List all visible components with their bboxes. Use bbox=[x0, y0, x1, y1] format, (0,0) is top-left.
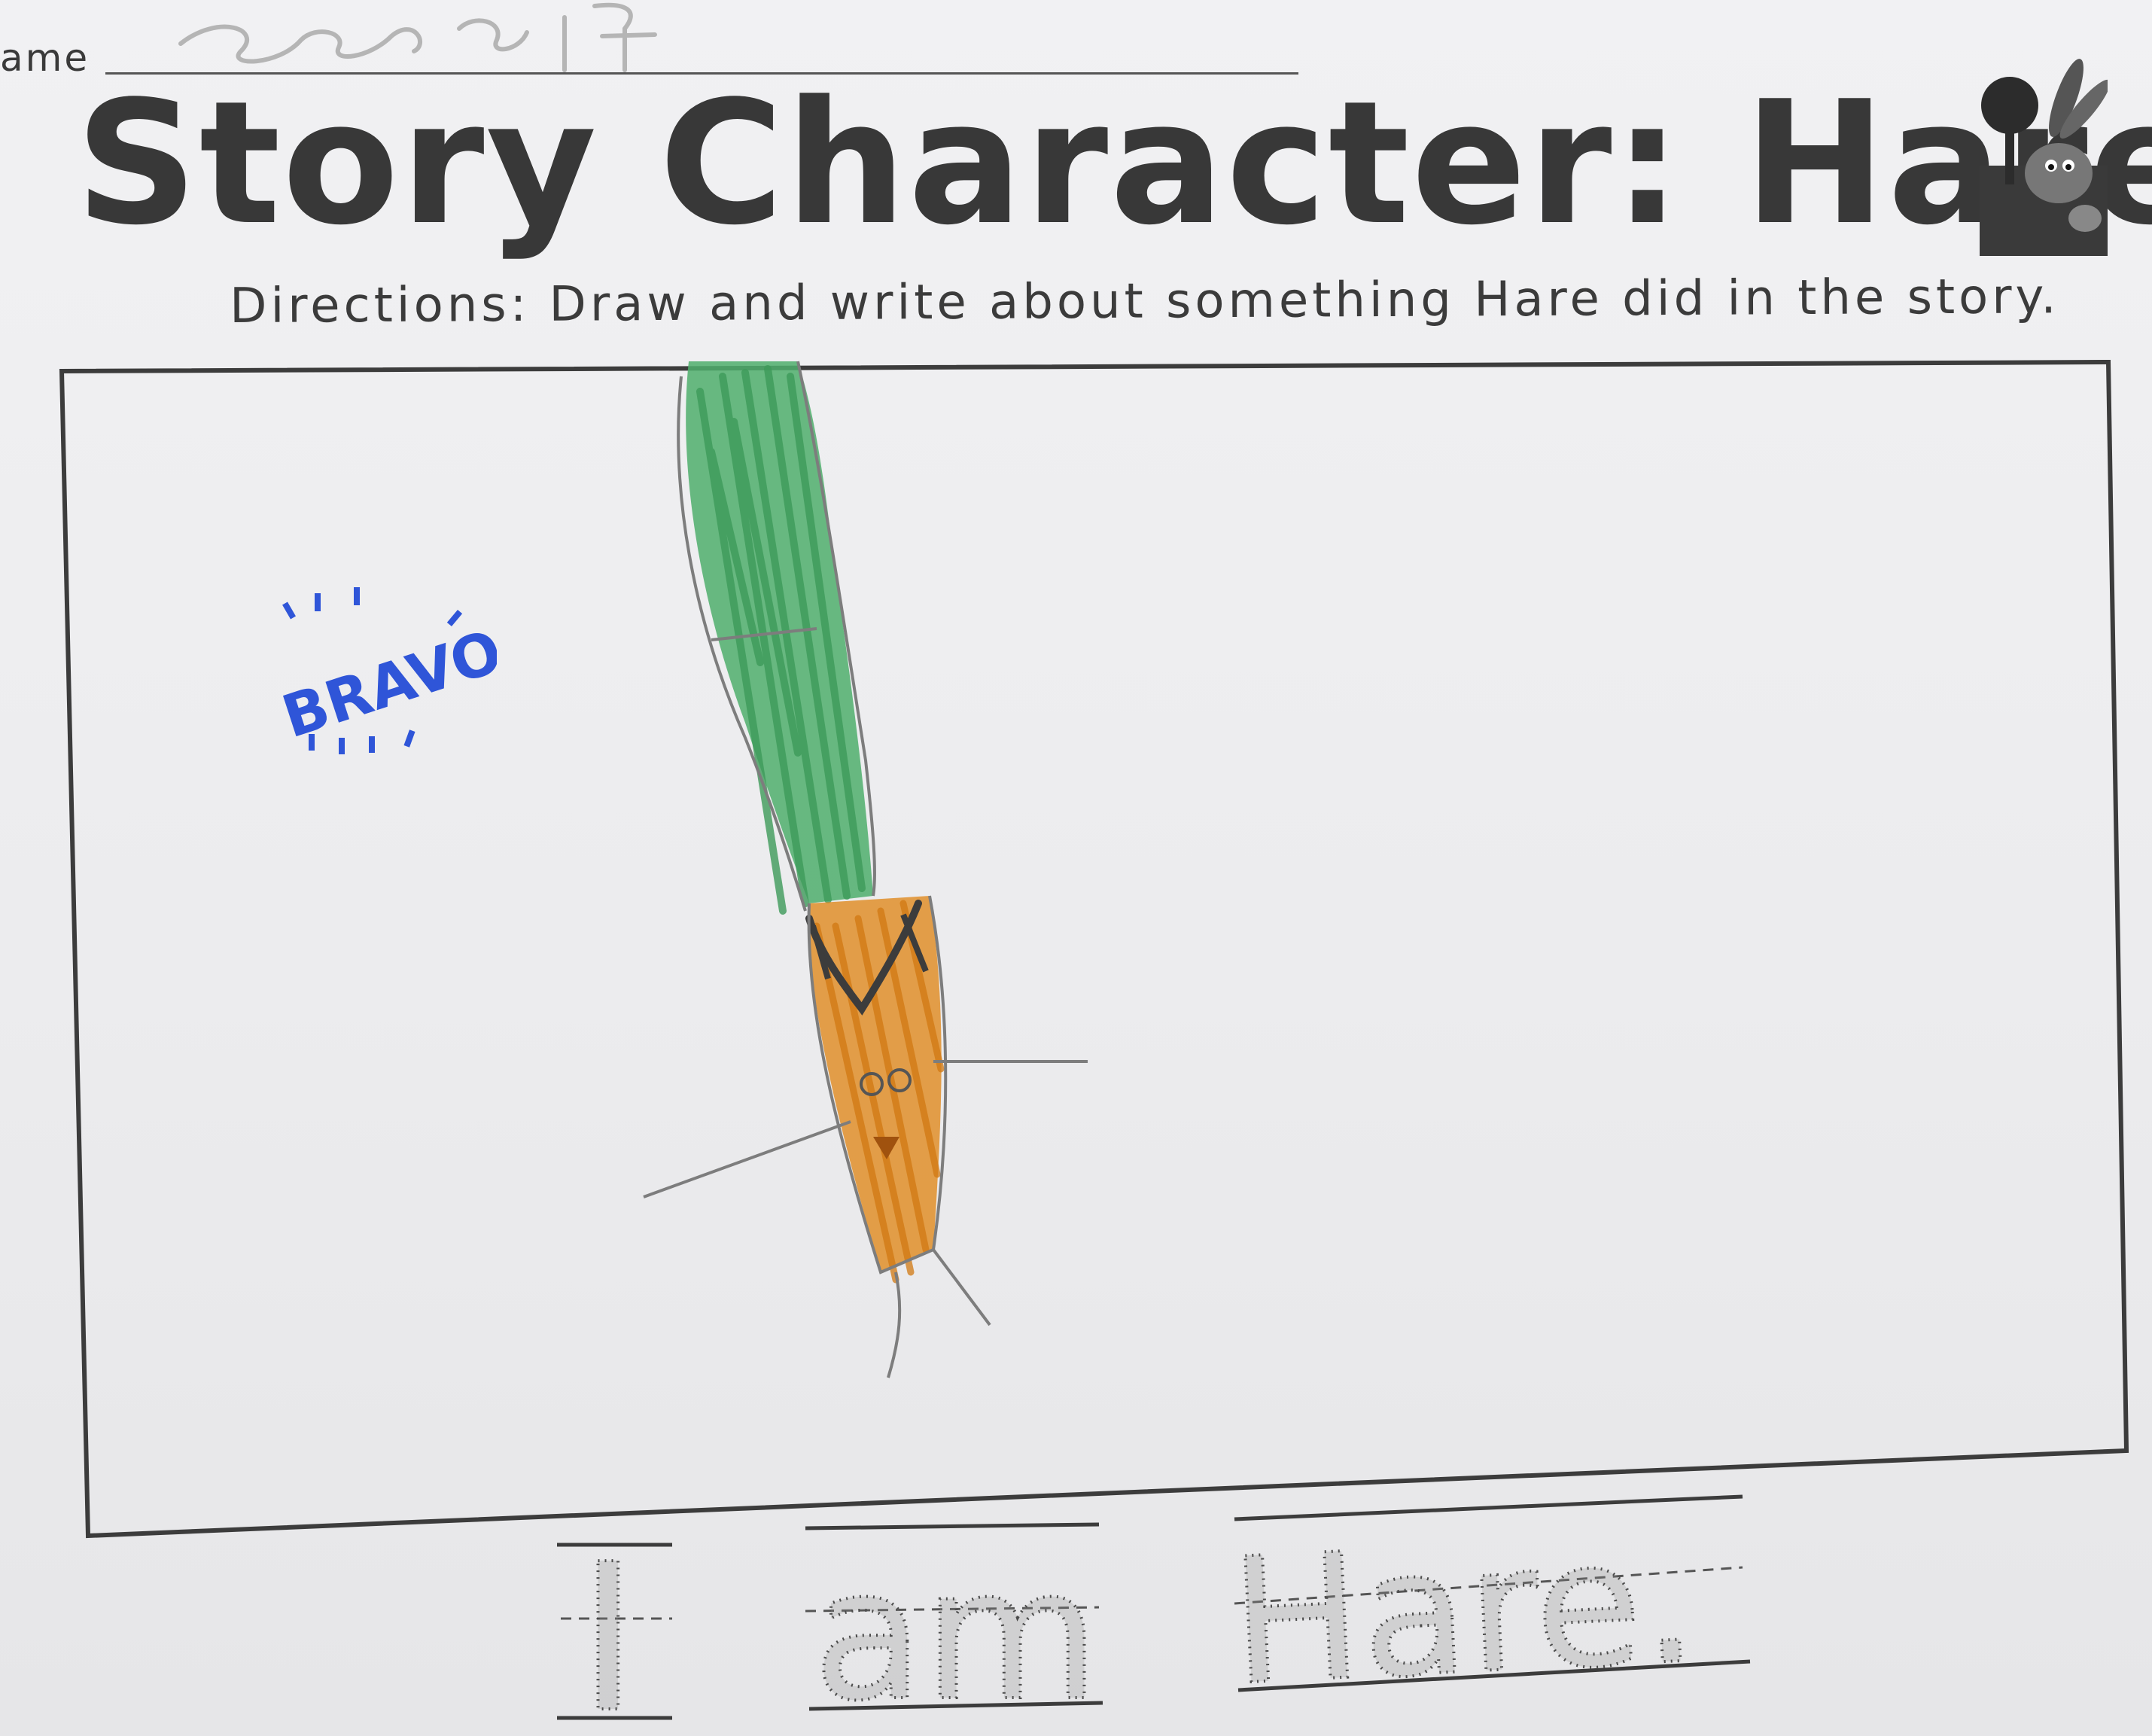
word-line-2: am am bbox=[805, 1522, 1103, 1736]
sentence-word-2: am bbox=[813, 1530, 1100, 1736]
word-line-1: I I bbox=[557, 1518, 672, 1736]
word-line-3: Hare. Hare. bbox=[1225, 1494, 1751, 1725]
sentence-word-1: I bbox=[578, 1520, 638, 1736]
sentence-writing-area: I I am am Hare. Hare. bbox=[557, 1494, 1751, 1736]
worksheet-page: ame Story Character: Hare Directions: Dr… bbox=[0, 0, 2152, 1736]
sentence-word-3: Hare. bbox=[1227, 1500, 1701, 1724]
